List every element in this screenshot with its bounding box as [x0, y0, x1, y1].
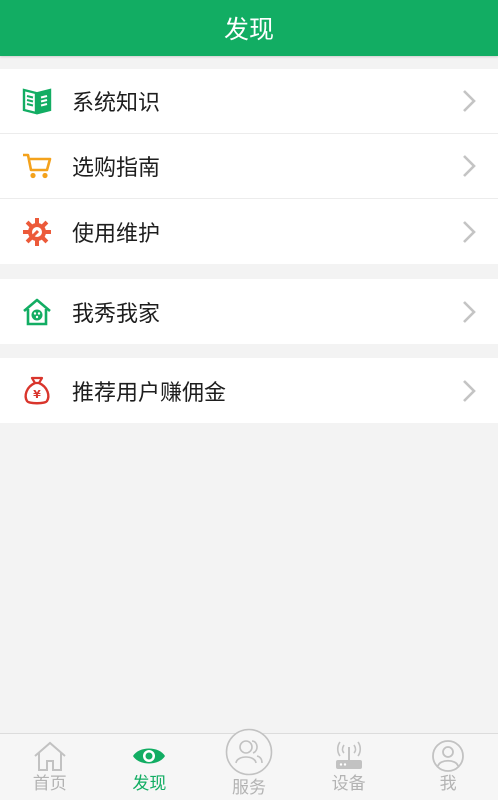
tab-devices[interactable]: 设备 — [299, 734, 399, 800]
gear-wrench-icon — [21, 216, 53, 248]
chevron-right-icon — [463, 220, 476, 243]
tab-discover[interactable]: 发现 — [100, 734, 200, 800]
cart-icon — [21, 150, 53, 182]
tab-label: 首页 — [32, 774, 67, 794]
router-icon — [331, 738, 367, 774]
book-icon — [21, 85, 53, 117]
eye-icon — [131, 738, 167, 774]
tab-service[interactable]: 服务 — [199, 728, 299, 800]
menu-item-label: 我秀我家 — [72, 301, 161, 327]
svg-text:¥: ¥ — [33, 388, 41, 401]
tab-label: 服务 — [231, 778, 266, 798]
menu-item-label: 推荐用户赚佣金 — [72, 380, 227, 406]
menu-item-referral-commission[interactable]: ¥ 推荐用户赚佣金 — [0, 358, 498, 423]
house-icon — [21, 296, 53, 328]
money-bag-icon: ¥ — [21, 375, 53, 407]
menu-group-2: 我秀我家 — [0, 279, 498, 344]
menu-item-buying-guide[interactable]: 选购指南 — [0, 134, 498, 199]
home-icon — [32, 738, 68, 774]
tab-label: 设备 — [331, 774, 366, 794]
tab-home[interactable]: 首页 — [0, 734, 100, 800]
menu-item-label: 使用维护 — [72, 221, 161, 247]
chevron-right-icon — [463, 90, 476, 112]
menu-item-maintenance[interactable]: 使用维护 — [0, 199, 498, 264]
users-icon — [225, 728, 273, 776]
menu-item-show-my-home[interactable]: 我秀我家 — [0, 279, 498, 344]
tab-label: 发现 — [132, 774, 167, 794]
menu-group-3: ¥ 推荐用户赚佣金 — [0, 358, 498, 423]
page-title: 发现 — [223, 15, 274, 44]
tab-me[interactable]: 我 — [398, 734, 498, 800]
chevron-right-icon — [463, 155, 476, 177]
menu-item-label: 选购指南 — [72, 156, 161, 181]
bottom-tab-bar: 首页 发现 服务 设备 我 — [0, 728, 498, 800]
top-app-bar: 发现 — [0, 0, 498, 56]
menu-item-system-knowledge[interactable]: 系统知识 — [0, 69, 498, 134]
chevron-right-icon — [463, 379, 476, 402]
person-icon — [430, 738, 466, 774]
chevron-right-icon — [463, 300, 476, 323]
menu-item-label: 系统知识 — [72, 91, 161, 116]
tab-label: 我 — [439, 774, 457, 794]
menu-group-1: 系统知识 选购指南 使用维护 — [0, 69, 498, 264]
